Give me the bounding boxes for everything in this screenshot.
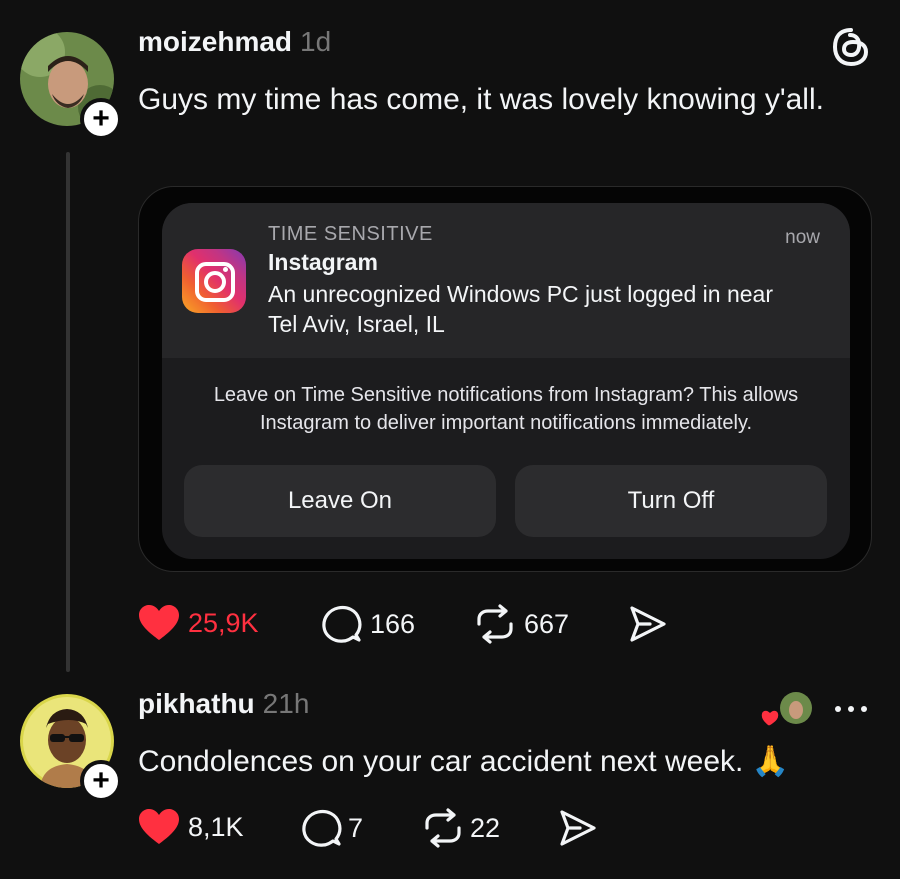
repost-button[interactable]: 667	[474, 604, 569, 644]
reply-count: 166	[370, 608, 416, 639]
reply-follow-plus-button[interactable]: +	[80, 760, 122, 802]
reply-like-count: 8,1K	[188, 811, 244, 842]
reply-repost-count: 22	[470, 812, 501, 843]
send-icon	[556, 808, 598, 848]
instagram-icon	[182, 249, 246, 313]
repost-count: 667	[524, 608, 570, 639]
threads-logo-icon[interactable]	[830, 26, 872, 68]
post-header: moizehmad 1d	[138, 26, 331, 58]
reply-button[interactable]: 166	[320, 604, 415, 644]
share-button[interactable]	[626, 604, 668, 644]
author-username[interactable]: moizehmad	[138, 26, 292, 57]
like-count: 25,9K	[188, 607, 259, 638]
reply-reply-count: 7	[348, 812, 364, 843]
post-text: Guys my time has come, it was lovely kno…	[138, 83, 824, 116]
reply-time: 21h	[262, 688, 310, 719]
notification-message: An unrecognized Windows PC just logged i…	[268, 281, 774, 337]
follow-plus-button[interactable]: +	[80, 98, 122, 140]
like-button[interactable]: 25,9K	[138, 604, 259, 642]
notification-prompt: Leave on Time Sensitive notifications fr…	[213, 384, 799, 434]
reply-reply-button[interactable]: 7	[300, 808, 363, 848]
comment-icon	[300, 808, 342, 848]
reply-like-button[interactable]: 8,1K	[138, 808, 244, 846]
reply-text-line: Condolences on your car accident next we…	[138, 740, 789, 784]
repost-icon	[474, 604, 516, 644]
reply-text: Condolences on your car accident next we…	[138, 745, 744, 778]
reply-header: pikhathu 21h	[138, 688, 309, 720]
reply-share-button[interactable]	[556, 808, 598, 848]
turn-off-button[interactable]: Turn Off	[515, 465, 827, 537]
reply-repost-button[interactable]: 22	[422, 808, 500, 848]
more-icon[interactable]	[830, 702, 872, 716]
notification-app: Instagram	[268, 249, 378, 275]
repost-icon	[422, 808, 464, 848]
heart-icon	[138, 604, 180, 642]
heart-icon	[138, 808, 180, 846]
liked-by-author-indicator	[760, 690, 816, 730]
post-time: 1d	[300, 26, 332, 57]
send-icon	[626, 604, 668, 644]
thread-line	[66, 152, 70, 672]
notification-category: TIME SENSITIVE	[268, 223, 433, 245]
reply-username[interactable]: pikhathu	[138, 688, 255, 719]
comment-icon	[320, 604, 362, 644]
notification-time: now	[785, 227, 820, 248]
notification-card: TIME SENSITIVE now Instagram An unrecogn…	[162, 203, 850, 559]
praying-hands-emoji: 🙏	[751, 745, 790, 778]
leave-on-button[interactable]: Leave On	[184, 465, 496, 537]
notification-banner: TIME SENSITIVE now Instagram An unrecogn…	[162, 203, 850, 358]
